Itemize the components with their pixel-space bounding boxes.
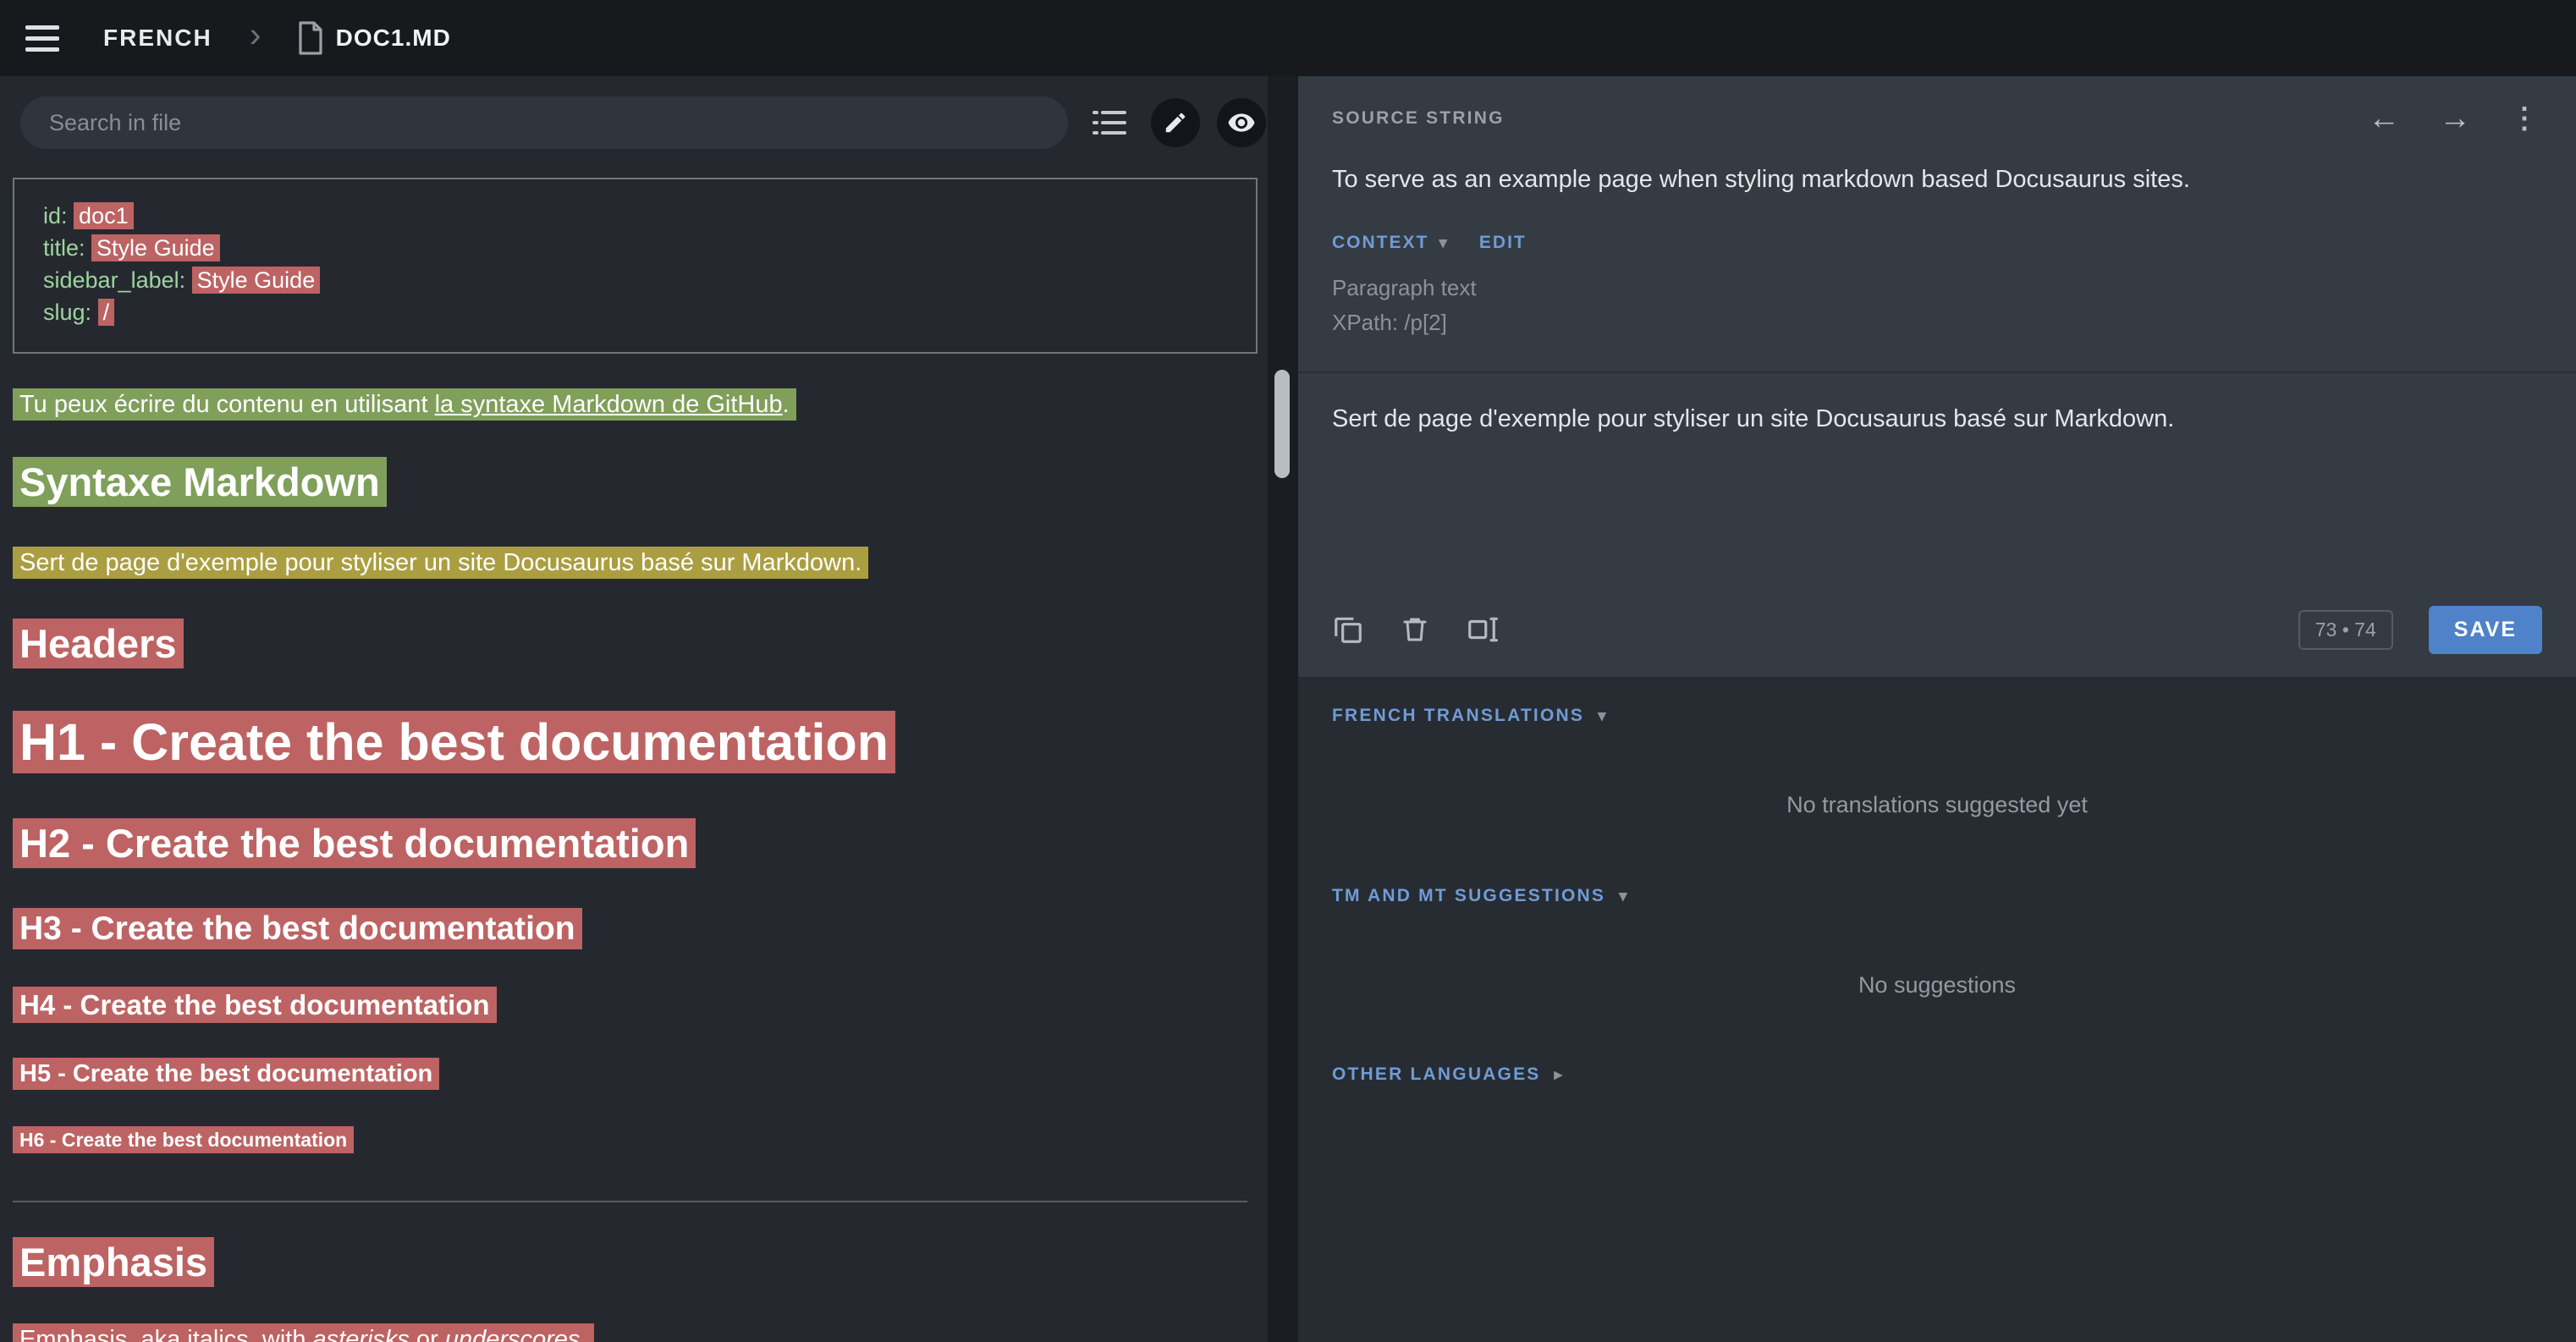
frontmatter-line: id: doc1 bbox=[43, 200, 1239, 232]
document-preview: id: doc1 title: Style Guide sidebar_labe… bbox=[0, 178, 1268, 1342]
translated-intro-string[interactable]: Tu peux écrire du contenu en utilisant l… bbox=[13, 391, 1258, 419]
text-select-icon[interactable] bbox=[1466, 613, 1498, 646]
chevron-down-icon: ▾ bbox=[1598, 707, 1608, 726]
frontmatter-value-string[interactable]: Style Guide bbox=[91, 234, 220, 261]
edit-mode-icon[interactable] bbox=[1151, 98, 1200, 147]
frontmatter-line: sidebar_label: Style Guide bbox=[43, 264, 1239, 296]
h1-string[interactable]: H1 - Create the best documentation bbox=[13, 711, 895, 773]
file-icon bbox=[295, 21, 324, 55]
selected-string[interactable]: Sert de page d'exemple pour styliser un … bbox=[13, 547, 868, 579]
edit-context-button[interactable]: EDIT bbox=[1479, 233, 1527, 253]
frontmatter-block: id: doc1 title: Style Guide sidebar_labe… bbox=[13, 178, 1258, 354]
chevron-down-icon: ▾ bbox=[1619, 887, 1629, 906]
breadcrumb-file: DOC1.MD bbox=[336, 25, 451, 52]
translation-input[interactable]: Sert de page d'exemple pour styliser un … bbox=[1298, 373, 2576, 582]
emphasis-italic: asterisks bbox=[313, 1326, 410, 1342]
next-string-icon[interactable]: → bbox=[2439, 102, 2471, 135]
frontmatter-key: slug: bbox=[43, 300, 91, 325]
context-row: CONTEXT ▾ EDIT bbox=[1332, 233, 2542, 253]
document-panel: id: doc1 title: Style Guide sidebar_labe… bbox=[0, 76, 1268, 1342]
no-suggestions-message: No suggestions bbox=[1298, 972, 2576, 998]
context-type-text: Paragraph text bbox=[1332, 275, 2542, 301]
chevron-down-icon: ▾ bbox=[1439, 234, 1449, 253]
scrollbar-thumb[interactable] bbox=[1274, 370, 1290, 478]
context-toggle[interactable]: CONTEXT ▾ bbox=[1332, 233, 1449, 253]
source-string-block: SOURCE STRING ← → ⋮ To serve as an examp… bbox=[1298, 76, 2576, 677]
h5-string[interactable]: H5 - Create the best documentation bbox=[13, 1058, 439, 1090]
frontmatter-key: sidebar_label: bbox=[43, 267, 185, 293]
other-languages-section[interactable]: OTHER LANGUAGES ▸ bbox=[1332, 1064, 1564, 1085]
french-translations-label: FRENCH TRANSLATIONS bbox=[1332, 706, 1584, 726]
h6-string[interactable]: H6 - Create the best documentation bbox=[13, 1126, 354, 1153]
breadcrumb-project[interactable]: FRENCH bbox=[103, 25, 212, 52]
emphasis-text: or bbox=[410, 1326, 445, 1342]
save-button[interactable]: SAVE bbox=[2429, 606, 2542, 654]
translation-toolbar: 73 • 74 SAVE bbox=[1298, 582, 2576, 677]
intro-text-post: . bbox=[783, 391, 790, 418]
frontmatter-key: title: bbox=[43, 235, 85, 261]
list-view-icon[interactable] bbox=[1085, 98, 1134, 147]
chevron-right-icon: › bbox=[250, 17, 261, 52]
frontmatter-value-string[interactable]: / bbox=[98, 299, 115, 326]
clear-translation-icon[interactable] bbox=[1400, 614, 1430, 645]
french-translations-section[interactable]: FRENCH TRANSLATIONS ▾ bbox=[1332, 706, 1608, 726]
xpath-text: XPath: /p[2] bbox=[1332, 310, 2542, 336]
copy-source-icon[interactable] bbox=[1332, 613, 1364, 646]
tm-mt-suggestions-section[interactable]: TM AND MT SUGGESTIONS ▾ bbox=[1332, 886, 1629, 906]
search-input[interactable] bbox=[20, 96, 1068, 149]
heading-headers-string[interactable]: Headers bbox=[13, 619, 184, 668]
source-string-text: To serve as an example page when styling… bbox=[1298, 161, 2576, 194]
preview-mode-icon[interactable] bbox=[1217, 98, 1266, 147]
frontmatter-key: id: bbox=[43, 203, 68, 228]
frontmatter-line: slug: / bbox=[43, 296, 1239, 328]
menu-icon[interactable] bbox=[25, 25, 59, 52]
source-string-label: SOURCE STRING bbox=[1332, 108, 1505, 129]
h3-string[interactable]: H3 - Create the best documentation bbox=[13, 908, 582, 949]
tm-mt-label: TM AND MT SUGGESTIONS bbox=[1332, 886, 1605, 906]
frontmatter-value-string[interactable]: doc1 bbox=[74, 202, 134, 229]
character-counter: 73 • 74 bbox=[2298, 610, 2393, 650]
scrollbar-track[interactable] bbox=[1268, 76, 1298, 1342]
other-languages-label: OTHER LANGUAGES bbox=[1332, 1064, 1541, 1085]
heading-emphasis-string[interactable]: Emphasis bbox=[13, 1237, 214, 1287]
previous-string-icon[interactable]: ← bbox=[2368, 102, 2400, 135]
chevron-right-icon: ▸ bbox=[1555, 1065, 1565, 1085]
emphasis-text: Emphasis, aka italics, with bbox=[19, 1326, 313, 1342]
search-toolbar bbox=[0, 76, 1268, 169]
context-label: CONTEXT bbox=[1332, 233, 1428, 253]
h2-string[interactable]: H2 - Create the best documentation bbox=[13, 818, 696, 868]
translation-panel: SOURCE STRING ← → ⋮ To serve as an examp… bbox=[1298, 76, 2576, 1342]
source-string-header: SOURCE STRING ← → ⋮ bbox=[1298, 76, 2576, 161]
emphasis-text: . bbox=[580, 1326, 586, 1342]
more-menu-icon[interactable]: ⋮ bbox=[2510, 104, 2539, 133]
emphasis-italic: underscores bbox=[445, 1326, 581, 1342]
topbar: FRENCH › DOC1.MD bbox=[0, 0, 2576, 76]
h4-string[interactable]: H4 - Create the best documentation bbox=[13, 987, 497, 1023]
horizontal-rule bbox=[13, 1201, 1247, 1202]
heading-syntaxe-string[interactable]: Syntaxe Markdown bbox=[13, 457, 387, 507]
suggestions-area: FRENCH TRANSLATIONS ▾ No translations su… bbox=[1298, 677, 2576, 1085]
no-translations-message: No translations suggested yet bbox=[1298, 792, 2576, 818]
markdown-syntax-link[interactable]: la syntaxe Markdown de GitHub bbox=[435, 391, 783, 418]
emphasis-string[interactable]: Emphasis, aka italics, with asterisks or… bbox=[13, 1326, 1258, 1342]
frontmatter-line: title: Style Guide bbox=[43, 232, 1239, 264]
intro-text-pre: Tu peux écrire du contenu en utilisant bbox=[19, 391, 435, 418]
frontmatter-value-string[interactable]: Style Guide bbox=[192, 267, 321, 294]
